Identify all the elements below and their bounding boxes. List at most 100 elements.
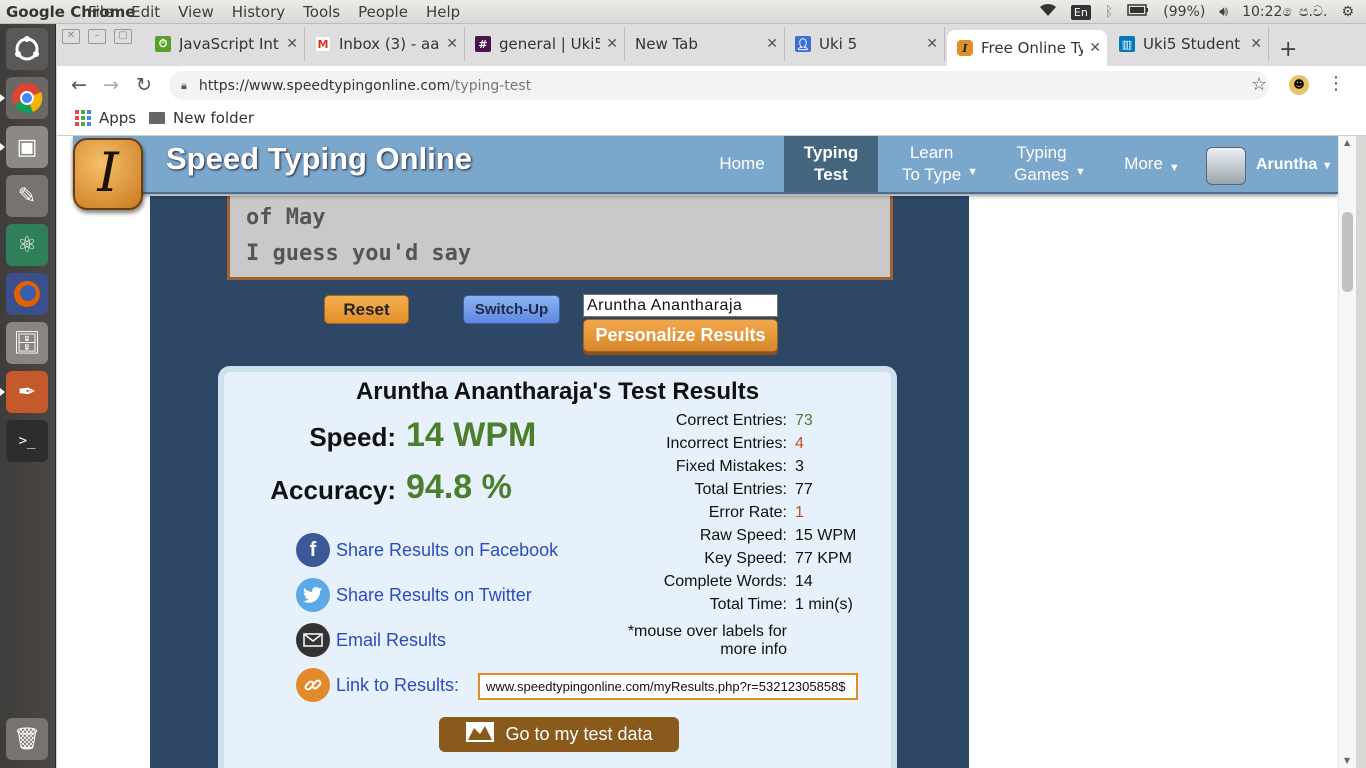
stat-label[interactable]: Total Time:: [554, 596, 787, 614]
stat-label[interactable]: Correct Entries:: [554, 412, 787, 430]
tab-trello[interactable]: ▥ Uki5 Student ✕: [1109, 27, 1269, 61]
tab-title: Free Online Ty: [981, 39, 1084, 57]
reload-icon[interactable]: ↻: [136, 74, 152, 96]
nav-more[interactable]: More ▼: [1121, 136, 1183, 192]
stat-value: 1: [795, 504, 804, 521]
close-tab-icon[interactable]: ✕: [926, 36, 938, 52]
nav-label: To Type: [901, 165, 962, 184]
speed-label[interactable]: Speed:: [264, 422, 396, 453]
accuracy-label[interactable]: Accuracy:: [244, 475, 396, 506]
personalize-results-button[interactable]: Personalize Results: [583, 319, 778, 352]
bookmark-apps[interactable]: Apps: [75, 109, 136, 127]
name-input[interactable]: Aruntha Anantharaja: [583, 294, 778, 317]
forward-arrow-icon[interactable]: →: [103, 74, 119, 96]
stat-value: 3: [795, 458, 804, 475]
tab-strip: ✕ – ▢ ⏱ JavaScript Int ✕ M Inbox (3) - a…: [57, 24, 1366, 66]
menu-history[interactable]: History: [232, 3, 285, 21]
bluetooth-icon[interactable]: ᛒ: [1105, 4, 1113, 20]
settings-gear-icon[interactable]: ⚙: [1341, 4, 1354, 20]
site-title[interactable]: Speed Typing Online: [166, 141, 472, 177]
profile-avatar-icon[interactable]: ☻: [1289, 75, 1309, 95]
terminal-icon[interactable]: >_: [6, 420, 48, 462]
stat-label[interactable]: Fixed Mistakes:: [554, 458, 787, 476]
minimize-window-icon[interactable]: –: [88, 29, 106, 44]
go-to-test-data-button[interactable]: Go to my test data: [439, 717, 679, 752]
close-tab-icon[interactable]: ✕: [1089, 40, 1101, 56]
close-window-icon[interactable]: ✕: [62, 29, 80, 44]
maximize-window-icon[interactable]: ▢: [114, 29, 132, 44]
close-tab-icon[interactable]: ✕: [446, 36, 458, 52]
share-facebook-link[interactable]: f Share Results on Facebook: [296, 533, 558, 567]
share-twitter-link[interactable]: Share Results on Twitter: [296, 578, 532, 612]
email-results-link[interactable]: Email Results: [296, 623, 446, 657]
lock-icon[interactable]: 🔒︎: [181, 79, 187, 93]
trash-icon[interactable]: 🗑︎: [6, 718, 48, 760]
bookmark-new-folder[interactable]: New folder: [149, 109, 254, 127]
chrome-icon[interactable]: [0, 77, 48, 119]
stat-label[interactable]: Complete Words:: [554, 573, 787, 591]
dropdown-arrow-icon: ▼: [967, 166, 979, 178]
menu-edit[interactable]: Edit: [131, 3, 160, 21]
keyboard-layout-indicator[interactable]: En: [1070, 4, 1091, 20]
battery-icon[interactable]: [1127, 4, 1149, 20]
stat-label[interactable]: Error Rate:: [554, 504, 787, 522]
nav-learn-to-type[interactable]: Learn To Type ▼: [891, 136, 989, 192]
launcher: ▣ ✎ ⚛ 🗄︎ ✒ >_ 🗑︎: [0, 24, 56, 768]
nav-typing-test[interactable]: Typing Test: [784, 136, 878, 192]
scroll-up-arrow-icon[interactable]: ▲: [1344, 138, 1350, 147]
accuracy-value: 94.8 %: [406, 468, 512, 506]
system-top-bar: Google Chrome File Edit View History Too…: [0, 0, 1366, 24]
screenshot-icon[interactable]: ▣: [0, 126, 48, 168]
scrollbar-thumb[interactable]: [1342, 212, 1353, 292]
mouseover-note: *mouse over labels for more info: [627, 623, 787, 658]
stat-label[interactable]: Key Speed:: [554, 550, 787, 568]
tab-javascript[interactable]: ⏱ JavaScript Int ✕: [145, 27, 305, 61]
stat-label[interactable]: Total Entries:: [554, 481, 787, 499]
back-arrow-icon[interactable]: ←: [71, 74, 87, 96]
nav-typing-games[interactable]: Typing Games ▼: [1007, 136, 1093, 192]
bookmark-star-icon[interactable]: ☆: [1251, 74, 1267, 95]
nav-home[interactable]: Home: [709, 136, 775, 192]
stat-label[interactable]: Raw Speed:: [554, 527, 787, 545]
tab-uki5[interactable]: 👤︎ Uki 5 ✕: [785, 27, 945, 61]
volume-icon[interactable]: 🔊︎: [1219, 4, 1228, 20]
inkscape-icon[interactable]: ✒: [0, 371, 48, 413]
site-logo[interactable]: I: [73, 138, 143, 210]
text-editor-icon[interactable]: ✎: [6, 175, 48, 217]
new-tab-icon[interactable]: +: [1279, 37, 1297, 62]
tab-title: JavaScript Int: [179, 35, 279, 53]
menu-view[interactable]: View: [178, 3, 214, 21]
reset-button[interactable]: Reset: [324, 295, 409, 324]
tab-slack[interactable]: # general | Uki5 ✕: [465, 27, 625, 61]
close-tab-icon[interactable]: ✕: [1250, 36, 1262, 52]
menu-help[interactable]: Help: [426, 3, 460, 21]
tab-inbox[interactable]: M Inbox (3) - aar ✕: [305, 27, 465, 61]
stat-label[interactable]: Incorrect Entries:: [554, 435, 787, 453]
firefox-icon[interactable]: [6, 273, 48, 315]
address-bar[interactable]: 🔒︎ https://www.speedtypingonline.com/typ…: [169, 71, 1269, 100]
page-scrollbar[interactable]: ▲ ▼: [1338, 136, 1356, 768]
atom-icon[interactable]: ⚛: [6, 224, 48, 266]
results-title: Aruntha Anantharaja's Test Results: [355, 378, 760, 405]
close-tab-icon[interactable]: ✕: [766, 36, 778, 52]
site-header: Speed Typing Online Home Typing Test Lea…: [73, 136, 1338, 194]
menu-tools[interactable]: Tools: [303, 3, 340, 21]
tab-speedtyping[interactable]: I Free Online Ty ✕: [947, 30, 1107, 66]
clock[interactable]: 10:22 ෙප.ව.: [1242, 4, 1327, 20]
results-link-input[interactable]: www.speedtypingonline.com/myResults.php?…: [478, 673, 858, 700]
wifi-icon[interactable]: [1039, 3, 1057, 21]
user-menu[interactable]: Aruntha ▼: [1256, 156, 1333, 174]
user-avatar[interactable]: [1206, 147, 1246, 185]
files-icon[interactable]: 🗄︎: [6, 322, 48, 364]
tab-new-tab[interactable]: New Tab ✕: [625, 27, 785, 61]
scroll-down-arrow-icon[interactable]: ▼: [1344, 756, 1350, 765]
switch-up-button[interactable]: Switch-Up: [463, 295, 560, 324]
chrome-menu-icon[interactable]: ⋮: [1327, 73, 1345, 94]
menu-file[interactable]: File: [88, 3, 113, 21]
close-tab-icon[interactable]: ✕: [606, 36, 618, 52]
stat-value: 14: [795, 573, 813, 590]
ubuntu-dash-icon[interactable]: [6, 28, 48, 70]
menu-people[interactable]: People: [358, 3, 408, 21]
speedtyping-icon: I: [957, 40, 973, 56]
close-tab-icon[interactable]: ✕: [286, 36, 298, 52]
